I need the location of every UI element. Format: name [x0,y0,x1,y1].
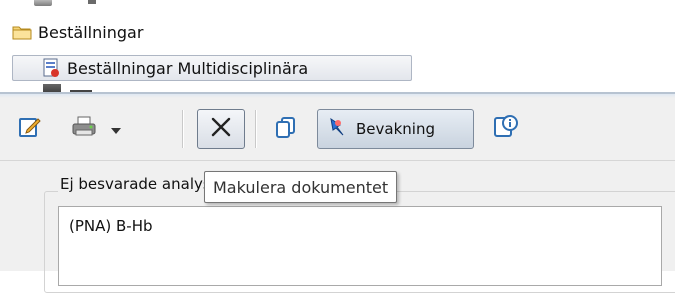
order-document-icon [41,58,61,78]
toolbar-separator [255,110,257,148]
order-tree: Beställningar Beställningar Multidiscipl… [0,0,420,96]
tree-item-label: Beställningar [38,22,144,42]
print-icon [70,115,98,143]
watch-button[interactable]: Bevakning [317,109,474,149]
cancel-document-button[interactable] [197,109,245,149]
group-title: Ej besvarade analyser [58,175,229,193]
folder-icon [12,24,32,40]
tree-item-label: Beställningar Multidisciplinära [67,58,309,78]
partial-tree-icon [34,0,52,6]
close-icon [209,115,233,143]
list-item[interactable]: (PNA) B-Hb [69,217,153,235]
watch-button-label: Bevakning [356,120,435,138]
tree-item-bestallningar-multidisciplinara[interactable]: Beställningar Multidisciplinära [12,55,412,81]
analysis-list[interactable]: (PNA) B-Hb [58,206,662,286]
info-icon [493,114,519,144]
tree-item-bestallningar[interactable]: Beställningar [12,21,143,43]
info-button[interactable] [488,109,524,149]
toolbar: Bevakning [12,104,662,154]
partial-tree-label [88,0,96,4]
copy-icon [274,115,298,143]
toolbar-separator [182,110,184,148]
print-button[interactable] [64,109,104,149]
edit-icon [18,115,42,143]
pin-icon [328,117,346,141]
chevron-down-icon [110,120,122,139]
edit-button[interactable] [12,109,48,149]
tooltip: Makulera dokumentet [204,171,398,203]
copy-button[interactable] [268,109,304,149]
print-options-dropdown[interactable] [108,109,124,149]
